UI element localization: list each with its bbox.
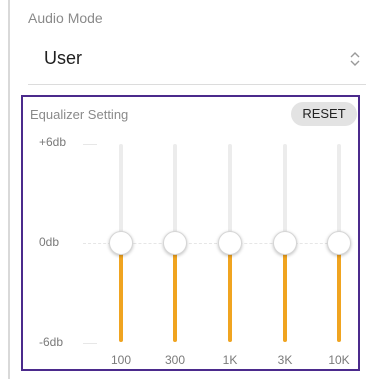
audio-mode-label: Audio Mode — [28, 10, 103, 26]
scale-max-tick — [83, 144, 97, 145]
scale-mid-label: 0db — [39, 235, 60, 249]
eq-slider-100[interactable] — [108, 144, 134, 342]
band-label: 100 — [110, 353, 132, 367]
audio-settings-panel: Audio Mode User Equalizer Setting RESET … — [0, 0, 378, 379]
equalizer-panel: Equalizer Setting RESET +6db 0db -6db 10… — [21, 95, 360, 371]
band-label: 300 — [164, 353, 186, 367]
equalizer-title: Equalizer Setting — [30, 107, 129, 122]
slider-fill — [337, 243, 341, 342]
slider-fill — [119, 243, 123, 342]
slider-thumb[interactable] — [273, 231, 297, 255]
band-label: 1K — [222, 353, 238, 367]
slider-fill — [228, 243, 232, 342]
chevron-up-down-icon — [350, 52, 360, 66]
slider-thumb[interactable] — [109, 231, 133, 255]
eq-slider-10k[interactable] — [326, 144, 352, 342]
reset-button[interactable]: RESET — [291, 102, 357, 126]
left-divider — [8, 0, 10, 379]
slider-thumb[interactable] — [218, 231, 242, 255]
scale-max-label: +6db — [39, 135, 67, 149]
audio-mode-value: User — [44, 48, 83, 68]
eq-slider-3k[interactable] — [272, 144, 298, 342]
scale-min-label: -6db — [39, 335, 64, 349]
band-label: 3K — [277, 353, 293, 367]
audio-mode-select[interactable]: User — [28, 38, 366, 85]
slider-thumb[interactable] — [327, 231, 351, 255]
slider-fill — [173, 243, 177, 342]
scale-min-tick — [83, 343, 97, 344]
slider-fill — [283, 243, 287, 342]
eq-slider-300[interactable] — [162, 144, 188, 342]
eq-slider-1k[interactable] — [217, 144, 243, 342]
band-label: 10K — [328, 353, 350, 367]
slider-thumb[interactable] — [163, 231, 187, 255]
